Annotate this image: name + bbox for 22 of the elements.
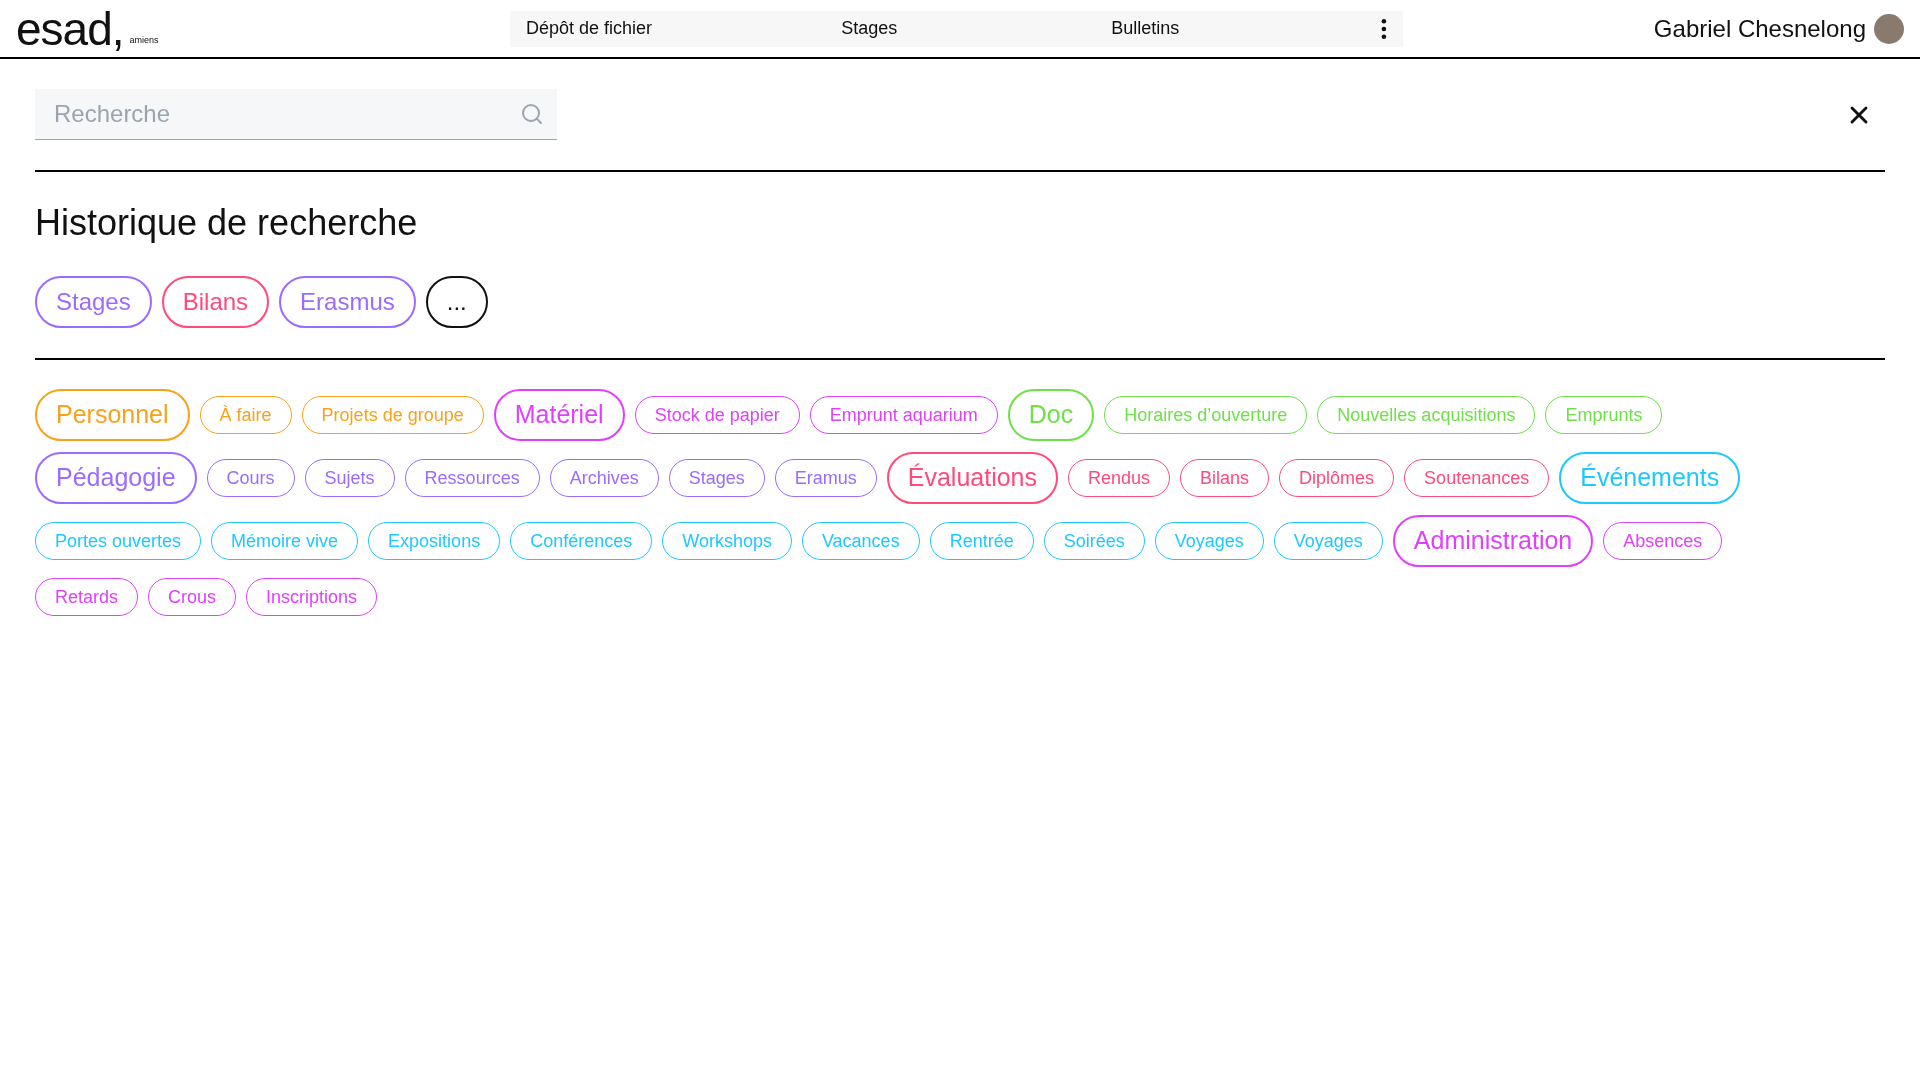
history-chip[interactable]: Stages (35, 276, 152, 328)
logo-mark: esad, (16, 3, 124, 54)
nav-link[interactable]: Stages (841, 15, 1112, 42)
tag[interactable]: Inscriptions (246, 578, 378, 616)
nav-link[interactable]: Bulletins (1111, 15, 1382, 42)
history-chip[interactable]: Erasmus (279, 276, 416, 328)
search-field[interactable]: Recherche (35, 89, 557, 140)
category-tag[interactable]: Matériel (493, 389, 625, 441)
category-tag[interactable]: Évaluations (886, 452, 1058, 504)
avatar[interactable] (1874, 13, 1904, 44)
category-tag[interactable]: Administration (1392, 515, 1594, 567)
history-chip[interactable]: ... (425, 276, 488, 328)
nav-link[interactable]: Dépôt de fichier (526, 15, 842, 42)
category-tag[interactable]: Personnel (35, 389, 190, 441)
more-icon[interactable] (1381, 17, 1387, 40)
logo-place: amiens (129, 34, 159, 47)
history-chip[interactable]: Bilans (161, 276, 270, 328)
category-tag[interactable]: Doc (1007, 389, 1095, 441)
category-tag[interactable]: Événements (1559, 452, 1741, 504)
category-tag[interactable]: Pédagogie (35, 452, 197, 504)
user-name: Gabriel Chesnelong (1653, 13, 1866, 44)
history-title: Historique de recherche (35, 201, 419, 245)
